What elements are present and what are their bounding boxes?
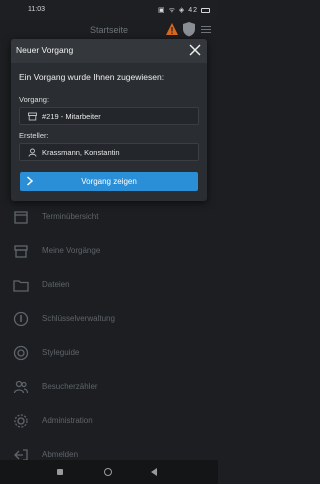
status-bar: 11:03 ▣ ᯤ ◈ 42 [0, 0, 218, 20]
circle-target-icon [13, 345, 29, 361]
menu-item-schluesselverwaltung[interactable]: Schlüsselverwaltung [0, 302, 218, 336]
close-icon[interactable] [188, 43, 202, 57]
menu-item-terminuebersicht[interactable]: Terminübersicht [0, 200, 218, 234]
person-icon [28, 148, 37, 157]
menu-item-label: Abmelden [42, 450, 79, 459]
warning-icon[interactable] [165, 22, 179, 36]
home-icon[interactable] [104, 468, 112, 476]
hamburger-menu-icon[interactable] [201, 26, 211, 36]
menu-item-besucherzaehler[interactable]: Besucherzähler [0, 370, 218, 404]
back-icon[interactable] [151, 468, 157, 476]
shield-icon[interactable] [182, 21, 196, 37]
battery-icon [201, 7, 210, 13]
key-icon [13, 311, 29, 327]
system-nav-bar [0, 460, 218, 484]
menu-item-administration[interactable]: Administration [0, 404, 218, 438]
dialog-title: Neuer Vorgang [16, 45, 74, 55]
main-menu: Terminübersicht Meine Vorgänge Dateien S… [0, 200, 218, 472]
dialog-message: Ein Vorgang wurde Ihnen zugewiesen: [19, 72, 165, 82]
ersteller-field: Krassmann, Konstantin [19, 143, 199, 161]
status-icons-text: ▣ ᯤ ◈ 42 [158, 7, 199, 14]
vorgang-value: #219 - Mitarbeiter [42, 112, 101, 121]
ersteller-value: Krassmann, Konstantin [42, 148, 120, 157]
menu-item-label: Styleguide [42, 348, 80, 357]
menu-item-styleguide[interactable]: Styleguide [0, 336, 218, 370]
menu-item-label: Administration [42, 416, 93, 425]
status-icons: ▣ ᯤ ◈ 42 [158, 6, 210, 15]
vorgang-label: Vorgang: [19, 95, 50, 104]
menu-item-label: Dateien [42, 280, 70, 289]
show-case-button[interactable]: Vorgang zeigen [20, 172, 198, 191]
archive-box-icon [14, 245, 28, 258]
new-case-dialog: Neuer Vorgang Ein Vorgang wurde Ihnen zu… [11, 39, 207, 201]
menu-item-meine-vorgaenge[interactable]: Meine Vorgänge [0, 234, 218, 268]
app-bar: Startseite [0, 20, 218, 40]
menu-item-dateien[interactable]: Dateien [0, 268, 218, 302]
menu-item-label: Terminübersicht [42, 212, 99, 221]
menu-item-label: Schlüsselverwaltung [42, 314, 115, 323]
show-case-button-label: Vorgang zeigen [81, 177, 137, 186]
folder-icon [13, 280, 29, 292]
menu-item-label: Meine Vorgänge [42, 246, 101, 255]
page-title: Startseite [90, 25, 129, 35]
ersteller-label: Ersteller: [19, 131, 49, 140]
menu-item-label: Besucherzähler [42, 382, 98, 391]
archive-box-icon [28, 112, 37, 121]
vorgang-field: #219 - Mitarbeiter [19, 107, 199, 125]
people-icon [13, 380, 29, 394]
dialog-header: Neuer Vorgang [11, 39, 207, 63]
gear-icon [14, 414, 28, 428]
calendar-icon [14, 211, 28, 224]
recent-apps-icon[interactable] [57, 469, 63, 475]
status-time: 11:03 [28, 6, 45, 13]
